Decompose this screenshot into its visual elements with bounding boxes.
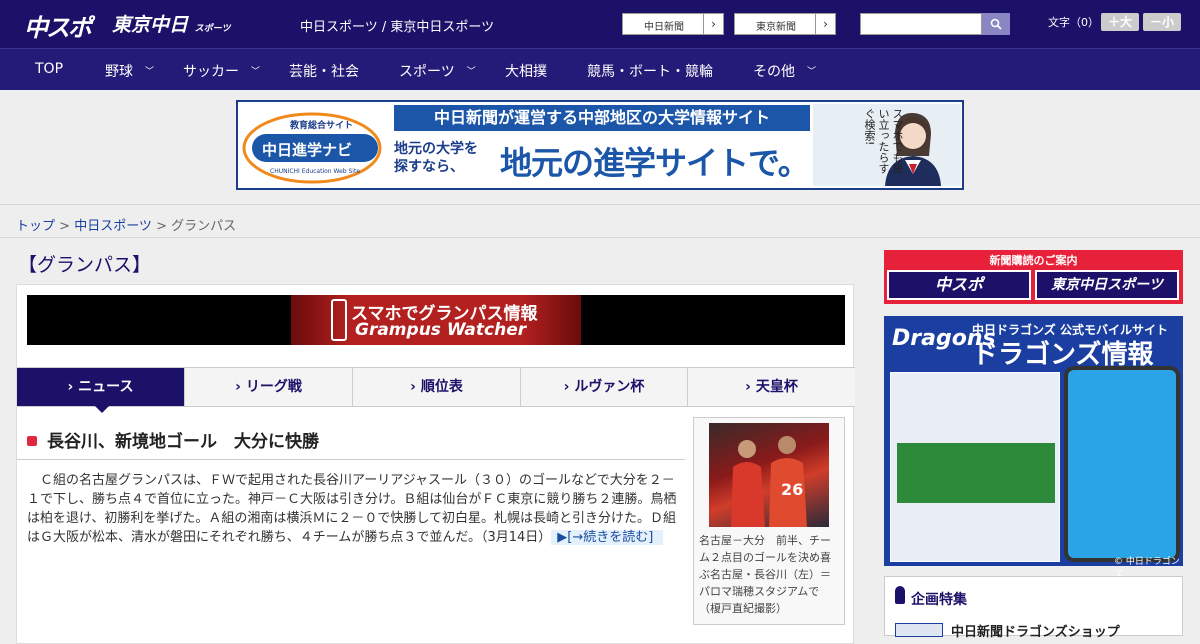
ad-logo-text: 中日進学ナビ [262,141,353,159]
breadcrumb-top-link[interactable]: トップ [16,219,55,234]
search-button[interactable] [982,13,1010,35]
ad-logo-sub: CHUNICHI Education Web Site [270,168,361,175]
main-nav: TOP 野球 ﹀ サッカー ﹀ 芸能・社会 スポーツ ﹀ 大相撲 競馬・ボート・競輪 … [0,48,1200,90]
bullet-icon [27,436,37,446]
dragons-mobile-banner[interactable]: Dragons 中日ドラゴンズ 公式モバイルサイト ドラゴンズ情報 © 中日ドラ… [884,316,1183,580]
chevron-right-icon: › [815,14,835,34]
tab-levain-cup[interactable]: › ルヴァン杯 [521,368,688,406]
players-celebrating-illustration: 26 [731,436,807,527]
chuspo-logo[interactable]: 中スポ [24,8,92,43]
nav-item-sports[interactable]: スポーツ ﹀ [399,61,476,81]
ad-vertical-text: スマホでも思い立ったらすぐ検索! [863,108,904,174]
nav-item-sumo[interactable]: 大相撲 [505,61,547,81]
breadcrumb-separator: > [55,219,75,234]
nav-item-other[interactable]: その他 ﹀ [753,61,816,81]
subscription-title: 新聞購読のご案内 [989,254,1078,267]
ad-headline: 中日新聞が運営する中部地区の大学情報サイト [394,105,810,131]
site-header: 中スポ 東京中日 スポーツ 中日スポーツ / 東京中日スポーツ 中日新聞 › 東… [0,0,1200,48]
special-features-title: 企画特集 [911,592,967,608]
tokyo-shimbun-link[interactable]: 東京新聞 › [734,13,836,35]
grampus-banner-background: スマホでグランパス情報 Grampus Watcher [291,295,581,345]
chevron-down-icon: ﹀ [807,67,817,77]
ad-banner-shingaku-navi[interactable]: 教育総合サイト 中日進学ナビ CHUNICHI Education Web Si… [236,100,964,190]
breadcrumb-chuspo-link[interactable]: 中日スポーツ [74,219,152,234]
nav-item-label: 大相撲 [505,64,547,80]
nav-item-label: 芸能・社会 [289,64,359,80]
scoreboard-screenshot [890,372,1060,562]
page-title: 【グランパス】 [18,254,152,276]
article-headline-text: 長谷川、新境地ゴール 大分に快勝 [47,432,319,452]
font-size-label: 文字（0） [1048,16,1099,29]
article-photo-box: 26 名古屋－大分 前半、チーム２点目のゴールを決め喜ぶ名古屋・長谷川（左）＝パ… [693,417,845,625]
nav-item-label: その他 [753,64,795,80]
tokyo-link-label: 東京新聞 [756,22,796,33]
special-features-box: 企画特集 中日新聞ドラゴンズショップ [884,576,1183,640]
nav-item-soccer[interactable]: サッカー ﹀ [183,61,260,81]
read-more-link[interactable]: ▶[→続きを読む] [551,530,664,545]
tab-league[interactable]: › リーグ戦 [185,368,353,406]
tab-standings[interactable]: › 順位表 [353,368,521,406]
ad-badge-text: 教育総合サイト [290,121,354,131]
grampus-banner-line2: Grampus Watcher [355,320,527,340]
chevron-right-icon: › [703,14,723,34]
tokyo-logo-sports: スポーツ [194,24,231,34]
nav-item-label: 競馬・ボート・競輪 [587,64,713,80]
nav-item-entertainment[interactable]: 芸能・社会 [289,61,359,81]
nav-item-label: 野球 [105,64,133,80]
feature-thumbnail[interactable] [895,623,943,637]
ad-sub-left: 地元の大学を 探すなら、 [394,141,478,175]
tab-emperors-cup[interactable]: › 天皇杯 [688,368,855,406]
subscription-box: 新聞購読のご案内 中スポ 東京中日スポーツ [884,250,1183,304]
article-photo[interactable]: 26 [709,423,829,527]
chevron-down-icon: ﹀ [145,67,155,77]
nav-item-label: TOP [35,61,64,77]
baseball-field-graphic [897,443,1055,503]
divider [17,459,685,460]
active-tab-pointer [95,406,109,413]
nav-item-label: スポーツ [399,64,455,80]
nav-item-top[interactable]: TOP [35,61,63,77]
photo-caption: 名古屋－大分 前半、チーム２点目のゴールを決め喜ぶ名古屋・長谷川（左）＝パロマ瑞… [699,534,831,615]
subscribe-tokyo-button[interactable]: 東京中日スポーツ [1035,270,1179,300]
search-input[interactable] [860,13,982,35]
chunichi-shimbun-link[interactable]: 中日新聞 › [622,13,724,35]
smartphone-graphic [1064,366,1180,562]
tab-news[interactable]: › ニュース [17,368,185,406]
font-larger-button[interactable]: ＋大 [1101,13,1139,31]
subscribe-chuspo-button[interactable]: 中スポ [887,270,1031,300]
article-body: Ｃ組の名古屋グランパスは、ＦＷで起用された長谷川アーリアジャスール（３０）のゴー… [27,471,677,547]
breadcrumb-current: グランパス [171,219,237,234]
feature-link[interactable]: 中日新聞ドラゴンズショップ [951,621,1120,640]
breadcrumb: トップ > 中日スポーツ > グランパス [16,215,236,234]
nav-item-label: サッカー [183,64,239,80]
shingaku-navi-logo: 教育総合サイト 中日進学ナビ CHUNICHI Education Web Si… [240,104,388,186]
breadcrumb-separator: > [151,219,172,234]
ribbon-icon [895,586,905,604]
smartphone-icon [331,299,347,341]
nav-item-baseball[interactable]: 野球 ﹀ [105,61,154,81]
chevron-down-icon: ﹀ [251,67,261,77]
site-name: 中日スポーツ / 東京中日スポーツ [300,20,495,35]
news-tabs: › ニュース › リーグ戦 › 順位表 › ルヴァン杯 › 天皇杯 [17,367,855,413]
article-headline[interactable]: 長谷川、新境地ゴール 大分に快勝 [27,427,319,452]
search-icon [990,18,1002,30]
font-smaller-button[interactable]: －小 [1143,13,1181,31]
chevron-down-icon: ﹀ [466,67,476,77]
chunichi-link-label: 中日新聞 [644,22,684,33]
nav-item-keiba[interactable]: 競馬・ボート・競輪 [587,61,713,81]
main-content: スマホでグランパス情報 Grampus Watcher › ニュース › リーグ… [16,284,855,644]
svg-text:26: 26 [781,480,803,499]
tokyo-logo-text: 東京中日 [112,14,189,36]
tokyo-chunichi-logo[interactable]: 東京中日 スポーツ [112,10,230,37]
ad-big-text: 地元の進学サイトで。 [500,144,810,182]
grampus-watcher-banner[interactable]: スマホでグランパス情報 Grampus Watcher [27,295,845,345]
breadcrumb-bar: トップ > 中日スポーツ > グランパス [0,204,1200,238]
